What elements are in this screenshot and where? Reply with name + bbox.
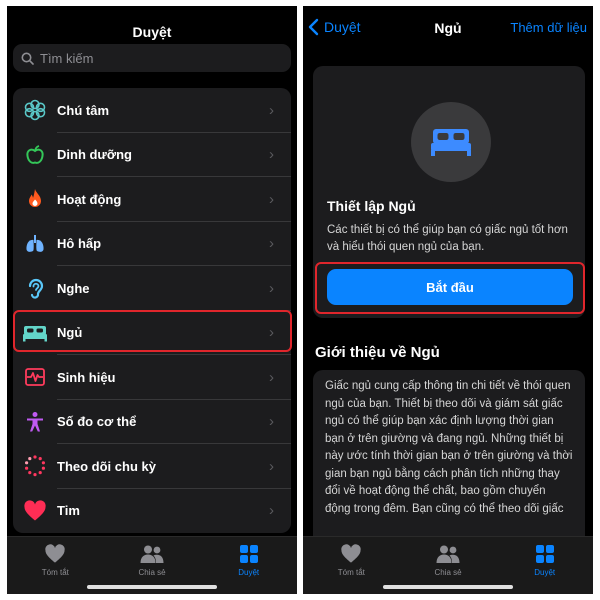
chevron-right-icon: › [269, 146, 274, 164]
hearing-ear-icon [13, 276, 57, 300]
page-title: Duyệt [132, 24, 172, 40]
category-label: Chú tâm [57, 102, 109, 118]
tab-label: Tóm tắt [41, 568, 69, 577]
chevron-right-icon: › [269, 279, 274, 297]
people-icon [436, 545, 460, 563]
chevron-right-icon: › [269, 235, 274, 253]
vitals-icon [13, 365, 57, 389]
category-label: Tim [57, 503, 80, 519]
chevron-right-icon: › [269, 413, 274, 431]
tab-label: Chia sẻ [138, 568, 166, 577]
chevron-right-icon: › [269, 101, 274, 119]
category-item-nutrition[interactable]: Dinh dưỡng › [13, 133, 291, 178]
navigation-bar: Duyệt Ngủ Thêm dữ liệu [303, 18, 593, 44]
home-indicator [87, 585, 217, 589]
category-item-respiratory[interactable]: Hô hấp › [13, 222, 291, 267]
mindfulness-icon [13, 98, 57, 122]
body-measurements-icon [13, 410, 57, 434]
category-label: Theo dõi chu kỳ [57, 458, 156, 474]
grid-icon [535, 545, 554, 563]
home-indicator [383, 585, 513, 589]
category-label: Dinh dưỡng [57, 147, 132, 163]
start-highlight-box [315, 262, 585, 314]
search-icon [21, 52, 34, 65]
search-placeholder: Tìm kiếm [40, 50, 94, 66]
tab-label: Chia sẻ [434, 568, 462, 577]
setup-title: Thiết lập Ngủ [327, 198, 416, 214]
about-text: Giấc ngủ cung cấp thông tin chi tiết về … [313, 370, 585, 560]
tab-label: Tóm tắt [337, 568, 365, 577]
tab-label: Duyệt [238, 568, 260, 577]
category-label: Số đo cơ thể [57, 414, 137, 430]
heart-icon [341, 544, 362, 563]
chevron-right-icon: › [269, 368, 274, 386]
bed-icon [431, 129, 471, 156]
people-icon [140, 545, 164, 563]
sleep-highlight-box [13, 310, 292, 352]
category-item-cycle-tracking[interactable]: Theo dõi chu kỳ › [13, 444, 291, 489]
grid-icon [239, 545, 258, 563]
category-label: Hoạt động [57, 191, 122, 207]
sleep-illustration [411, 102, 491, 182]
category-label: Sinh hiệu [57, 369, 116, 385]
category-item-heart[interactable]: Tim › [13, 489, 291, 534]
category-item-body-measurements[interactable]: Số đo cơ thể › [13, 400, 291, 445]
category-label: Hô hấp [57, 236, 102, 252]
add-data-button[interactable]: Thêm dữ liệu [510, 20, 587, 35]
chevron-right-icon: › [269, 502, 274, 520]
heart-icon [13, 500, 57, 522]
nutrition-apple-icon [13, 143, 57, 167]
sleep-screen: Duyệt Ngủ Thêm dữ liệu Thiết lập Ngủ Các… [303, 6, 593, 594]
about-title: Giới thiệu về Ngủ [315, 344, 440, 361]
heart-icon [45, 544, 66, 563]
category-item-activity[interactable]: Hoạt động › [13, 177, 291, 222]
chevron-right-icon: › [269, 457, 274, 475]
respiratory-lungs-icon [13, 232, 57, 256]
category-item-hearing[interactable]: Nghe › [13, 266, 291, 311]
category-item-mindfulness[interactable]: Chú tâm › [13, 88, 291, 133]
tab-label: Duyệt [534, 568, 556, 577]
setup-description: Các thiết bị có thể giúp bạn có giấc ngủ… [327, 224, 568, 253]
search-input[interactable]: Tìm kiếm [13, 44, 291, 72]
category-label: Nghe [57, 280, 90, 296]
browse-screen: Duyệt Tìm kiếm Chú tâm › Dinh dưỡng › Ho… [7, 6, 297, 594]
category-item-vitals[interactable]: Sinh hiệu › [13, 355, 291, 400]
activity-flame-icon [13, 187, 57, 211]
cycle-tracking-icon [13, 454, 57, 478]
chevron-right-icon: › [269, 190, 274, 208]
